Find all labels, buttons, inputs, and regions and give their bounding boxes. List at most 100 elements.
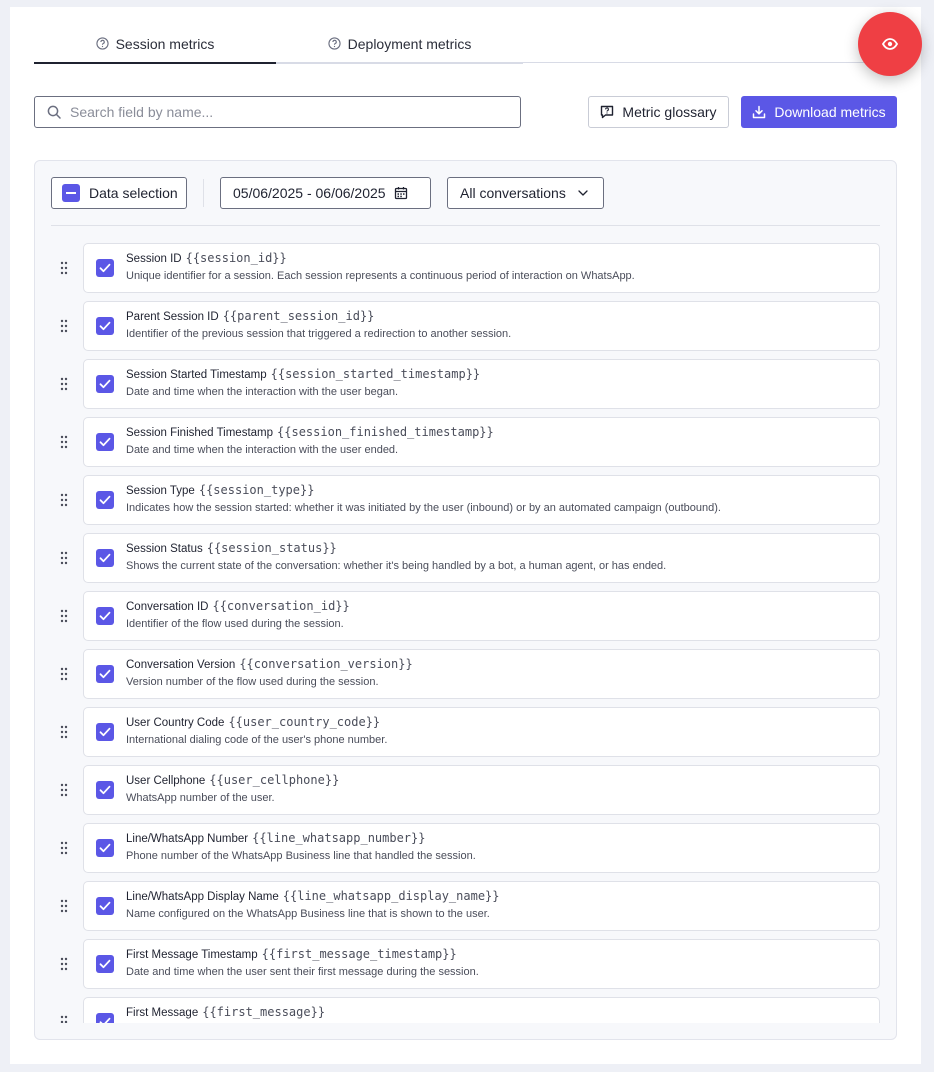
conversation-filter-select[interactable]: All conversations [447, 177, 604, 209]
drag-handle-icon[interactable] [59, 377, 69, 391]
field-row: Line/WhatsApp Number {{line_whatsapp_numb… [51, 823, 880, 881]
field-row: Conversation Version {{conversation_versi… [51, 649, 880, 707]
field-title: First Message Timestamp {{first_message_t… [126, 947, 457, 961]
download-label: Download metrics [774, 104, 886, 120]
field-card: Session Finished Timestamp {{session_fini… [83, 417, 880, 467]
field-checkbox[interactable] [96, 1013, 114, 1023]
field-name: Conversation Version [126, 659, 236, 671]
field-checkbox[interactable] [96, 549, 114, 567]
drag-handle-icon[interactable] [59, 841, 69, 855]
field-variable: {{session_status}} [206, 541, 337, 555]
field-card: Session Started Timestamp {{session_start… [83, 359, 880, 409]
field-checkbox[interactable] [96, 781, 114, 799]
field-variable: {{session_started_timestamp}} [270, 367, 481, 381]
field-name: Session ID [126, 253, 182, 265]
field-card: First Message Timestamp {{first_message_t… [83, 939, 880, 989]
checkmark-icon [99, 495, 111, 505]
glossary-icon [601, 105, 614, 119]
field-description: Identifier of the previous session that … [126, 328, 512, 340]
drag-handle-icon[interactable] [59, 551, 69, 565]
fields-list: Session ID {{session_id}} Unique identifi… [51, 243, 880, 1023]
field-row: Parent Session ID {{parent_session_id}} I… [51, 301, 880, 359]
field-variable: {{session_id}} [185, 251, 287, 265]
field-checkbox[interactable] [96, 955, 114, 973]
data-selection-label: Data selection [89, 185, 178, 201]
divider [203, 179, 204, 207]
search-input[interactable] [70, 104, 490, 120]
field-card: Session Status {{session_status}} Shows t… [83, 533, 880, 583]
metrics-page: Session metrics Deployment metrics Searc… [10, 7, 922, 1064]
field-title: Session ID {{session_id}} [126, 251, 287, 265]
drag-handle-icon[interactable] [59, 667, 69, 681]
checkmark-icon [99, 263, 111, 273]
field-description: Date and time when the user sent their f… [126, 966, 479, 978]
fields-panel: Data selection 05/06/2025 - 06/06/2025 A… [34, 160, 897, 1040]
drag-handle-icon[interactable] [59, 261, 69, 275]
checkmark-icon [99, 553, 111, 563]
tab-session-metrics[interactable]: Session metrics [34, 25, 276, 64]
field-row: Session ID {{session_id}} Unique identifi… [51, 243, 880, 301]
help-circle-icon [95, 37, 109, 50]
field-variable: {{conversation_id}} [212, 599, 350, 613]
field-variable: {{first_message_timestamp}} [261, 947, 457, 961]
field-checkbox[interactable] [96, 897, 114, 915]
metric-glossary-button[interactable]: Metric glossary [588, 96, 729, 128]
field-checkbox[interactable] [96, 375, 114, 393]
field-description: Version number of the flow used during t… [126, 676, 379, 688]
preview-fab-button[interactable] [858, 12, 922, 76]
field-card: Line/WhatsApp Number {{line_whatsapp_numb… [83, 823, 880, 873]
field-description: Unique identifier for a session. Each se… [126, 270, 635, 282]
drag-handle-icon[interactable] [59, 725, 69, 739]
field-card: Conversation ID {{conversation_id}} Ident… [83, 591, 880, 641]
field-name: Parent Session ID [126, 311, 219, 323]
field-card: User Cellphone {{user_cellphone}} WhatsAp… [83, 765, 880, 815]
filters-bar: Data selection 05/06/2025 - 06/06/2025 A… [51, 177, 880, 226]
date-range-picker[interactable]: 05/06/2025 - 06/06/2025 [220, 177, 431, 209]
search-field[interactable] [34, 96, 521, 128]
field-description: Shows the current state of the conversat… [126, 560, 667, 572]
download-icon [753, 105, 766, 119]
checkmark-icon [99, 379, 111, 389]
field-name: First Message [126, 1007, 199, 1019]
field-description: Phone number of the WhatsApp Business li… [126, 850, 476, 862]
field-title: Line/WhatsApp Number {{line_whatsapp_numb… [126, 831, 425, 845]
eye-icon [882, 38, 898, 50]
checkmark-icon [99, 901, 111, 911]
field-row: Session Finished Timestamp {{session_fini… [51, 417, 880, 475]
drag-handle-icon[interactable] [59, 783, 69, 797]
field-name: Session Finished Timestamp [126, 427, 274, 439]
field-row: First Message Timestamp {{first_message_t… [51, 939, 880, 997]
download-metrics-button[interactable]: Download metrics [741, 96, 897, 128]
tab-deployment-metrics[interactable]: Deployment metrics [276, 25, 523, 64]
drag-handle-icon[interactable] [59, 957, 69, 971]
checkmark-icon [99, 611, 111, 621]
field-description: Identifier of the flow used during the s… [126, 618, 344, 630]
drag-handle-icon[interactable] [59, 435, 69, 449]
field-title: Parent Session ID {{parent_session_id}} [126, 309, 374, 323]
field-variable: {{first_message}} [202, 1005, 326, 1019]
field-card: Session Type {{session_type}} Indicates h… [83, 475, 880, 525]
field-checkbox[interactable] [96, 433, 114, 451]
field-checkbox[interactable] [96, 665, 114, 683]
drag-handle-icon[interactable] [59, 1015, 69, 1023]
field-checkbox[interactable] [96, 259, 114, 277]
field-checkbox[interactable] [96, 491, 114, 509]
field-card: Conversation Version {{conversation_versi… [83, 649, 880, 699]
field-row: Session Type {{session_type}} Indicates h… [51, 475, 880, 533]
field-card: First Message {{first_message}} [83, 997, 880, 1023]
field-checkbox[interactable] [96, 607, 114, 625]
drag-handle-icon[interactable] [59, 899, 69, 913]
data-selection-button[interactable]: Data selection [51, 177, 187, 209]
drag-handle-icon[interactable] [59, 609, 69, 623]
field-description: Indicates how the session started: wheth… [126, 502, 721, 514]
field-row: Session Status {{session_status}} Shows t… [51, 533, 880, 591]
field-checkbox[interactable] [96, 723, 114, 741]
field-description: Name configured on the WhatsApp Business… [126, 908, 490, 920]
field-checkbox[interactable] [96, 317, 114, 335]
chevron-down-icon [578, 190, 588, 196]
field-row: First Message {{first_message}} [51, 997, 880, 1023]
drag-handle-icon[interactable] [59, 319, 69, 333]
drag-handle-icon[interactable] [59, 493, 69, 507]
field-checkbox[interactable] [96, 839, 114, 857]
field-description: International dialing code of the user's… [126, 734, 388, 746]
